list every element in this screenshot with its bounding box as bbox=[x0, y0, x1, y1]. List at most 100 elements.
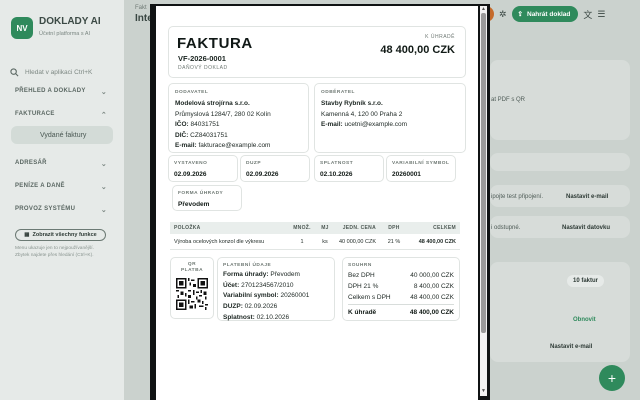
item-qty: 1 bbox=[300, 238, 304, 245]
account-number: 2701234567/2010 bbox=[241, 281, 294, 289]
chevron-down-icon: ⌄ bbox=[100, 184, 107, 191]
customer-label: ODBĚRATEL bbox=[321, 90, 355, 95]
due-date: 02.10.2026 bbox=[320, 171, 353, 178]
duzp-date: 02.09.2026 bbox=[246, 171, 279, 178]
col-vat: DPH bbox=[388, 225, 400, 231]
sidebar-section-overview[interactable]: PŘEHLED A DOKLADY ⌄ bbox=[15, 88, 107, 96]
menu-icon[interactable]: ☰ bbox=[597, 9, 605, 20]
set-email-link[interactable]: Nastavit e-mail bbox=[566, 194, 608, 200]
base-amount: 40 000,00 CZK bbox=[410, 272, 454, 279]
issued-date-card: VYSTAVENO 02.09.2026 bbox=[168, 155, 238, 182]
payment-info-label: PLATEBNÍ ÚDAJE bbox=[223, 263, 272, 268]
qr-payment-card: QR PLATBA bbox=[170, 257, 214, 319]
supplier-ico: 84031751 bbox=[190, 121, 220, 128]
due-date-label: SPLATNOST bbox=[320, 161, 354, 166]
col-unit: MJ bbox=[321, 225, 329, 231]
qr-code-icon bbox=[176, 278, 208, 310]
col-unit-price: JEDN. CENA bbox=[342, 225, 376, 231]
sidebar-note: Menu ukazuje jen to nejpoužívanější. Zby… bbox=[15, 246, 94, 258]
supplier-address: Průmyslová 1284/7, 280 02 Kolín bbox=[175, 110, 271, 118]
pay-duzp-label: DUZP: bbox=[223, 303, 243, 311]
pay-vs: 20260001 bbox=[280, 292, 310, 300]
pay-due: 02.10.2026 bbox=[256, 313, 290, 321]
set-databox-link[interactable]: Nastavit datovku bbox=[562, 225, 610, 231]
issued-date: 02.09.2026 bbox=[174, 171, 207, 178]
email-label: E-mail: bbox=[175, 142, 197, 149]
chevron-down-icon: ⌄ bbox=[100, 89, 107, 96]
payment-form: Převodem bbox=[178, 201, 210, 208]
show-all-functions-button[interactable]: ▦ Zobrazit všechny funkce bbox=[15, 229, 106, 241]
sidebar-search[interactable]: Hledat v aplikaci Ctrl+K bbox=[10, 64, 114, 80]
scroll-down-arrow-icon[interactable]: ▼ bbox=[480, 388, 487, 394]
items-table-header: POLOŽKA MNOŽ. MJ JEDN. CENA DPH CELKEM bbox=[170, 222, 460, 234]
sidebar-item-label: Vydané faktury bbox=[40, 131, 87, 139]
upload-document-button[interactable]: ⇪ Nahrát doklad bbox=[511, 6, 579, 22]
item-unit-price: 40 000,00 CZK bbox=[339, 238, 376, 245]
ico-label: IČO: bbox=[175, 121, 189, 128]
supplier-email: fakturace@example.com bbox=[198, 142, 271, 149]
sidebar-section-contacts[interactable]: ADRESÁŘ ⌄ bbox=[15, 160, 107, 168]
chevron-down-icon: ⌄ bbox=[100, 161, 107, 168]
payment-info-card: PLATEBNÍ ÚDAJE Forma úhrady: Převodem Úč… bbox=[217, 257, 335, 321]
sidebar-item-issued-invoices[interactable]: Vydané faktury bbox=[11, 126, 113, 144]
customer-name: Stavby Rybník s.r.o. bbox=[321, 100, 383, 107]
item-total: 48 400,00 CZK bbox=[418, 238, 456, 245]
search-placeholder: Hledat v aplikaci Ctrl+K bbox=[25, 68, 93, 76]
invoice-doc-type: DAŇOVÝ DOKLAD bbox=[178, 65, 228, 71]
header-actions: ✲ ⇪ Nahrát doklad 文 ☰ bbox=[478, 6, 605, 22]
invoice-header-card: FAKTURA VF-2026-0001 DAŇOVÝ DOKLAD K ÚHR… bbox=[168, 26, 466, 78]
summary-label: SOUHRN bbox=[348, 263, 372, 268]
search-icon bbox=[10, 67, 19, 76]
duzp-date-card: DUZP 02.09.2026 bbox=[240, 155, 310, 182]
customer-address: Kamenná 4, 120 00 Praha 2 bbox=[321, 110, 403, 118]
item-unit: ks bbox=[322, 238, 328, 245]
item-vat: 21 % bbox=[387, 238, 401, 245]
chevron-down-icon: ⌄ bbox=[100, 207, 107, 214]
bg-text: ipojte test připojení. bbox=[491, 194, 544, 200]
set-email-link-2[interactable]: Nastavit e-mail bbox=[550, 344, 592, 350]
sidebar-section-invoicing[interactable]: FAKTURACE ⌃ bbox=[15, 111, 107, 119]
due-amount: 48 400,00 CZK bbox=[380, 44, 455, 56]
bg-text: i odstupné. bbox=[491, 225, 521, 231]
gross-label: Celkem s DPH bbox=[348, 294, 391, 301]
total-due-label: K úhradě bbox=[348, 309, 377, 316]
section-label: PROVOZ SYSTÉMU bbox=[15, 206, 76, 212]
col-total: CELKEM bbox=[433, 225, 456, 231]
due-date-card: SPLATNOST 02.10.2026 bbox=[314, 155, 384, 182]
vs-label: VARIABILNÍ SYMBOL bbox=[392, 161, 450, 166]
language-icon[interactable]: 文 bbox=[583, 8, 592, 21]
section-label: ADRESÁŘ bbox=[15, 160, 47, 166]
table-row: Výroba ocelových konzol dle výkresu 1 ks… bbox=[170, 234, 460, 250]
vat-label: DPH 21 % bbox=[348, 283, 379, 290]
pay-vs-label: Variabilní symbol: bbox=[223, 292, 279, 300]
supplier-name: Modelová strojírna s.r.o. bbox=[175, 100, 250, 107]
email-label: E-mail: bbox=[321, 121, 343, 128]
refresh-link[interactable]: Obnovit bbox=[573, 317, 596, 323]
sidebar: NV DOKLADY AI Účetní platforma s AI Hled… bbox=[0, 0, 124, 400]
invoice-number: VF-2026-0001 bbox=[178, 54, 226, 63]
sidebar-section-money[interactable]: PENÍZE A DANĚ ⌄ bbox=[15, 183, 107, 191]
sparkle-plus-icon: + bbox=[607, 370, 617, 386]
bg-card bbox=[490, 153, 630, 171]
gross-amount: 48 400,00 CZK bbox=[410, 294, 454, 301]
dic-label: DIČ: bbox=[175, 131, 189, 139]
due-label: K ÚHRADĚ bbox=[425, 34, 455, 40]
button-label: Zobrazit všechny funkce bbox=[32, 232, 97, 238]
variable-symbol-card: VARIABILNÍ SYMBOL 20260001 bbox=[386, 155, 456, 182]
summary-card: SOUHRN Bez DPH 40 000,00 CZK DPH 21 % 8 40… bbox=[342, 257, 460, 321]
payment-form-label: FORMA ÚHRADY bbox=[178, 191, 224, 196]
payment-form-card: FORMA ÚHRADY Převodem bbox=[172, 185, 242, 211]
sidebar-section-system[interactable]: PROVOZ SYSTÉMU ⌄ bbox=[15, 206, 107, 214]
item-name: Výroba ocelových konzol dle výkresu bbox=[174, 238, 265, 245]
add-fab-button[interactable]: + bbox=[599, 365, 625, 391]
scrollbar-thumb[interactable] bbox=[481, 13, 486, 333]
section-label: FAKTURACE bbox=[15, 111, 55, 117]
settings-icon[interactable]: ✲ bbox=[499, 9, 507, 20]
supplier-card: DODAVATEL Modelová strojírna s.r.o. Prům… bbox=[168, 83, 309, 153]
total-due-amount: 48 400,00 CZK bbox=[409, 309, 454, 316]
customer-email: ucetni@example.com bbox=[344, 121, 408, 128]
pay-due-label: Splatnost: bbox=[223, 313, 255, 321]
scroll-up-arrow-icon[interactable]: ▲ bbox=[480, 6, 487, 12]
invoice-title: FAKTURA bbox=[177, 35, 253, 52]
app-subtitle: Účetní platforma s AI bbox=[39, 31, 91, 37]
